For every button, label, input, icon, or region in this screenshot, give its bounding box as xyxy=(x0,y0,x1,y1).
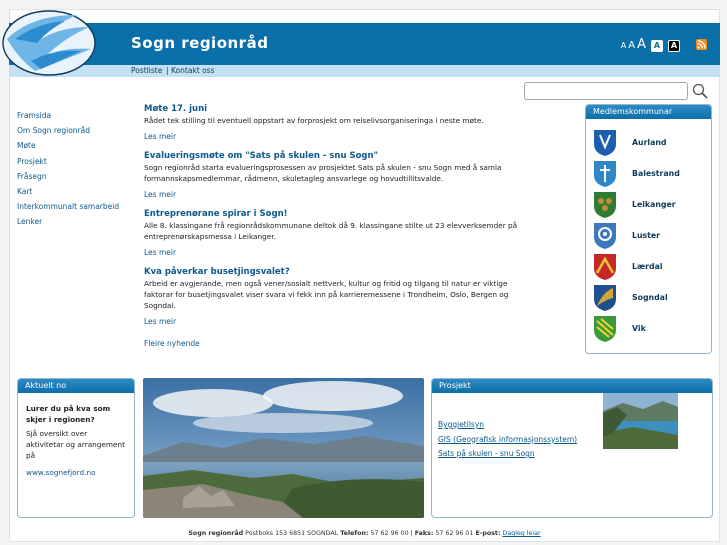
member-name: Leikanger xyxy=(632,200,676,209)
search-icon[interactable] xyxy=(691,82,709,100)
subnav-postliste[interactable]: Postliste xyxy=(131,66,162,75)
member-leikanger[interactable]: Leikanger xyxy=(593,191,705,218)
aktuelt-lead: Lurer du på kva som skjer i regionen? xyxy=(26,404,111,424)
left-navigation: Framsida Om Sogn regionråd Møte Prosjekt… xyxy=(17,108,119,230)
news-item: Kva påverkar busetjingsvalet? Arbeid er … xyxy=(144,267,534,326)
footer-fax-label: Faks: xyxy=(414,530,434,537)
contrast-high-button[interactable]: A xyxy=(668,40,680,52)
sogndal-coat-of-arms-icon xyxy=(594,285,616,311)
balestrand-coat-of-arms-icon xyxy=(594,161,616,187)
aktuelt-no-box: Aktuelt no Lurer du på kva som skjer i r… xyxy=(17,378,135,518)
news-title[interactable]: Evalueringsmøte om "Sats på skulen - snu… xyxy=(144,151,534,161)
prosjekt-link-byggjetilsyn[interactable]: Byggjetilsyn xyxy=(438,418,577,433)
sub-navigation: Postliste | Kontakt oss xyxy=(9,65,720,77)
member-municipalities-box: Medlemskommunar Aurland Balestrand Leika… xyxy=(585,104,712,354)
member-name: Aurland xyxy=(632,138,667,147)
news-body: Rådet tek stilling til eventuell oppstar… xyxy=(144,116,484,125)
news-item: Entreprenørane spirar i Sogn! Alle 8. kl… xyxy=(144,209,534,257)
aktuelt-text: Sjå oversikt over aktivitetar og arrange… xyxy=(26,429,125,460)
members-heading: Medlemskommunar xyxy=(586,105,711,119)
member-name: Luster xyxy=(632,231,661,240)
footer-fax: 57 62 96 01 xyxy=(435,530,474,537)
vik-coat-of-arms-icon xyxy=(594,316,616,342)
news-title[interactable]: Møte 17. juni xyxy=(144,104,534,114)
member-balestrand[interactable]: Balestrand xyxy=(593,160,705,187)
footer-org: Sogn regionråd xyxy=(188,530,244,537)
nav-item-frasegn[interactable]: Fråsegn xyxy=(17,169,119,184)
subnav-separator: | xyxy=(166,66,169,75)
prosjekt-links: Byggjetilsyn GIS (Geografisk informasjon… xyxy=(438,418,577,462)
footer-phone: 57 62 96 00 xyxy=(370,530,409,537)
member-name: Sogndal xyxy=(632,293,668,302)
nav-item-lenker[interactable]: Lenker xyxy=(17,214,119,229)
search-input[interactable] xyxy=(524,82,688,100)
member-vik[interactable]: Vik xyxy=(593,315,705,342)
news-item: Evalueringsmøte om "Sats på skulen - snu… xyxy=(144,151,534,199)
fjord-landscape-photo xyxy=(143,378,424,518)
aktuelt-heading: Aktuelt no xyxy=(18,379,134,393)
member-name: Balestrand xyxy=(632,169,680,178)
news-body: Alle 8. klassingane frå regionrådskommun… xyxy=(144,221,518,241)
prosjekt-box: Prosjekt Byggjetilsyn GIS (Geografisk in… xyxy=(431,378,713,518)
news-item: Møte 17. juni Rådet tek stilling til eve… xyxy=(144,104,534,141)
site-header: Sogn regionråd A A A A A xyxy=(9,23,720,65)
news-body: Arbeid er avgjerande, men også vener/sos… xyxy=(144,279,509,310)
member-laerdal[interactable]: Lærdal xyxy=(593,253,705,280)
site-title: Sogn regionråd xyxy=(131,34,269,52)
text-size-medium[interactable]: A xyxy=(628,40,635,51)
member-name: Vik xyxy=(632,324,646,333)
member-aurland[interactable]: Aurland xyxy=(593,129,705,156)
rss-icon[interactable] xyxy=(696,39,707,50)
footer-email-label: E-post: xyxy=(475,530,501,537)
site-footer: Sogn regionråd Postboks 153 6851 SOGNDAL… xyxy=(188,530,541,537)
nav-item-prosjekt[interactable]: Prosjekt xyxy=(17,154,119,169)
more-news-link[interactable]: Fleire nyhende xyxy=(144,339,200,348)
aurland-coat-of-arms-icon xyxy=(594,130,616,156)
news-title[interactable]: Entreprenørane spirar i Sogn! xyxy=(144,209,534,219)
member-sogndal[interactable]: Sogndal xyxy=(593,284,705,311)
sogn-regionrad-logo[interactable] xyxy=(1,9,97,77)
news-body: Sogn regionråd starta evalueringsprosess… xyxy=(144,163,502,183)
contrast-normal-button[interactable]: A xyxy=(651,40,663,52)
footer-email-link[interactable]: Dagleg leiar xyxy=(502,530,540,537)
read-more-link[interactable]: Les meir xyxy=(144,132,534,141)
text-size-controls: A A A A A xyxy=(621,37,680,52)
nav-item-kart[interactable]: Kart xyxy=(17,184,119,199)
read-more-link[interactable]: Les meir xyxy=(144,248,534,257)
nav-item-interkommunalt-samarbeid[interactable]: Interkommunalt samarbeid xyxy=(17,199,119,214)
aktuelt-body: Lurer du på kva som skjer i regionen? Sj… xyxy=(18,393,134,488)
luster-coat-of-arms-icon xyxy=(594,223,616,249)
news-title[interactable]: Kva påverkar busetjingsvalet? xyxy=(144,267,534,277)
member-luster[interactable]: Luster xyxy=(593,222,705,249)
nav-item-framsida[interactable]: Framsida xyxy=(17,108,119,123)
read-more-link[interactable]: Les meir xyxy=(144,317,534,326)
text-size-large[interactable]: A xyxy=(637,37,646,52)
footer-address: Postboks 153 6851 SOGNDAL xyxy=(245,530,339,537)
sognefjord-link[interactable]: www.sognefjord.no xyxy=(26,467,126,478)
prosjekt-link-sats-pa-skulen[interactable]: Sats på skulen - snu Sogn xyxy=(438,447,577,462)
footer-phone-label: Telefon: xyxy=(340,530,369,537)
nav-item-om-sogn-regionrad[interactable]: Om Sogn regionråd xyxy=(17,123,119,138)
member-name: Lærdal xyxy=(632,262,663,271)
laerdal-coat-of-arms-icon xyxy=(594,254,616,280)
leikanger-coat-of-arms-icon xyxy=(594,192,616,218)
text-size-small[interactable]: A xyxy=(621,41,626,50)
read-more-link[interactable]: Les meir xyxy=(144,190,534,199)
prosjekt-link-gis[interactable]: GIS (Geografisk informasjonssystem) xyxy=(438,433,577,448)
news-list: Møte 17. juni Rådet tek stilling til eve… xyxy=(144,104,534,336)
subnav-kontakt[interactable]: Kontakt oss xyxy=(171,66,215,75)
nav-item-mote[interactable]: Møte xyxy=(17,138,119,153)
fjord-thumbnail-photo xyxy=(603,393,678,449)
prosjekt-heading: Prosjekt xyxy=(432,379,712,393)
